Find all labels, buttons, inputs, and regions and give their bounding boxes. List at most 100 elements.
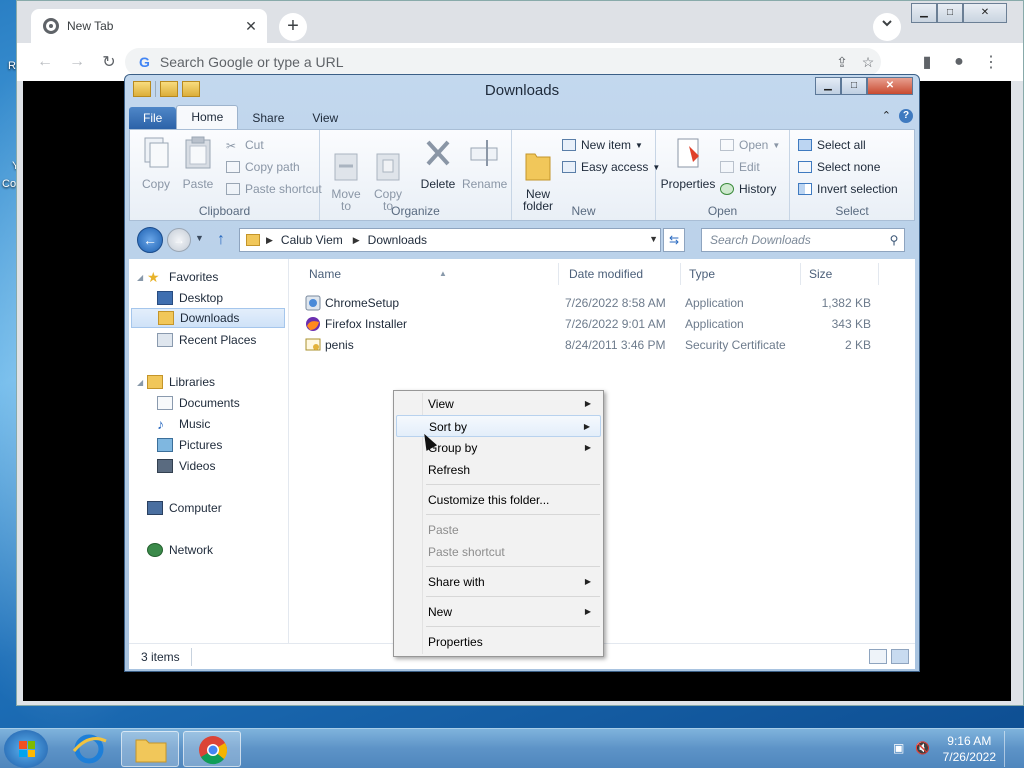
desktop-icon-label[interactable]: R: [8, 60, 16, 72]
breadcrumb-downloads[interactable]: Downloads: [368, 233, 427, 247]
paste-shortcut-button[interactable]: Paste shortcut: [226, 182, 322, 196]
back-button[interactable]: ←: [137, 227, 163, 253]
invert-selection-button[interactable]: Invert selection: [798, 182, 898, 196]
sidebar-item-documents[interactable]: Documents: [157, 393, 240, 413]
sidebar-item-favorites[interactable]: ◢ ★ Favorites: [137, 267, 218, 287]
column-header-type[interactable]: Type: [683, 263, 801, 285]
table-row[interactable]: penis 8/24/2011 3:46 PM Security Certifi…: [303, 335, 923, 355]
system-tray: ▣ 🔇 9:16 AM 7/26/2022: [891, 731, 1016, 767]
menu-item-share-with[interactable]: Share with ▶: [396, 571, 601, 593]
back-arrow-icon[interactable]: ←: [29, 53, 61, 71]
sidebar-item-videos[interactable]: Videos: [157, 456, 215, 476]
open-button[interactable]: Open ▼: [720, 138, 780, 152]
help-icon[interactable]: ?: [899, 109, 913, 123]
side-panel-icon[interactable]: ▮: [911, 52, 943, 72]
close-tab-icon[interactable]: ✕: [243, 18, 259, 35]
column-header-date-modified[interactable]: Date modified: [563, 263, 681, 285]
properties-button[interactable]: Properties: [660, 136, 716, 191]
forward-button[interactable]: →: [167, 228, 191, 252]
chrome-minimize-button[interactable]: ▁: [911, 3, 937, 23]
explorer-close-button[interactable]: ✕: [867, 77, 913, 95]
new-item-button[interactable]: New item ▼: [562, 138, 643, 152]
copy-button[interactable]: Copy: [138, 136, 174, 191]
breadcrumb-arrow-icon[interactable]: ▶: [353, 235, 360, 246]
column-header-size[interactable]: Size: [803, 263, 879, 285]
reload-icon[interactable]: ↻: [93, 52, 125, 72]
menu-item-view[interactable]: View ▶: [396, 393, 601, 415]
select-all-icon: [798, 139, 812, 151]
omnibox-placeholder[interactable]: Search Google or type a URL: [160, 54, 829, 70]
taskbar-internet-explorer[interactable]: [60, 731, 118, 767]
dropdown-arrow-icon: ▼: [635, 140, 643, 150]
tab-search-button[interactable]: [873, 13, 901, 41]
menu-item-customize-folder[interactable]: Customize this folder...: [396, 489, 601, 511]
new-tab-button[interactable]: +: [279, 13, 307, 41]
chrome-maximize-button[interactable]: □: [937, 3, 963, 23]
sidebar-item-libraries[interactable]: ◢ Libraries: [137, 372, 215, 392]
sidebar-item-desktop[interactable]: Desktop: [157, 288, 223, 308]
history-button[interactable]: History: [720, 182, 776, 196]
details-view-icon[interactable]: [869, 649, 887, 664]
address-dropdown-icon[interactable]: ▼: [649, 234, 658, 244]
chrome-tab-new-tab[interactable]: New Tab ✕: [31, 9, 267, 43]
table-row[interactable]: ChromeSetup 7/26/2022 8:58 AM Applicatio…: [303, 293, 923, 313]
tab-view[interactable]: View: [298, 107, 352, 129]
large-icons-view-icon[interactable]: [891, 649, 909, 664]
rename-button[interactable]: Rename: [462, 136, 507, 191]
table-row[interactable]: Firefox Installer 7/26/2022 9:01 AM Appl…: [303, 314, 923, 334]
easy-access-button[interactable]: Easy access ▼: [562, 160, 660, 174]
sidebar-item-downloads[interactable]: Downloads: [131, 308, 285, 328]
select-all-button[interactable]: Select all: [798, 138, 866, 152]
explorer-maximize-button[interactable]: □: [841, 77, 867, 95]
up-arrow-icon[interactable]: ↑: [217, 231, 225, 249]
refresh-icon[interactable]: ⇆: [663, 228, 685, 252]
tab-home[interactable]: Home: [176, 105, 239, 129]
explorer-minimize-button[interactable]: ▁: [815, 77, 841, 95]
omnibox[interactable]: G Search Google or type a URL ⇪ ☆: [125, 48, 881, 76]
sidebar-item-network[interactable]: Network: [147, 540, 213, 560]
paste-button[interactable]: Paste: [180, 136, 216, 191]
menu-item-properties[interactable]: Properties: [396, 631, 601, 653]
sidebar-item-computer[interactable]: Computer: [147, 498, 222, 518]
network-tray-icon[interactable]: ▣: [891, 741, 907, 757]
search-icon[interactable]: ⚲: [884, 233, 904, 247]
explorer-titlebar[interactable]: Downloads ▁ □ ✕: [125, 75, 919, 105]
taskbar-windows-explorer[interactable]: [121, 731, 179, 767]
bookmark-star-icon[interactable]: ☆: [855, 54, 881, 71]
share-icon[interactable]: ⇪: [829, 54, 855, 71]
profile-avatar-icon[interactable]: ●: [943, 53, 975, 71]
address-bar[interactable]: ▶ Calub Viem ▶ Downloads ▼: [239, 228, 661, 252]
sidebar-item-recent-places[interactable]: Recent Places: [157, 330, 256, 350]
clock[interactable]: 9:16 AM 7/26/2022: [943, 733, 996, 765]
menu-item-paste[interactable]: Paste: [396, 519, 601, 541]
sidebar-item-music[interactable]: ♪ Music: [157, 414, 210, 434]
start-button[interactable]: [4, 730, 48, 768]
cut-button[interactable]: ✂ Cut: [226, 138, 264, 153]
column-header-name[interactable]: Name ▲: [303, 263, 559, 285]
delete-button[interactable]: Delete: [418, 136, 458, 191]
menu-kebab-icon[interactable]: ⋮: [975, 52, 1007, 72]
select-none-button[interactable]: Select none: [798, 160, 880, 174]
menu-item-new[interactable]: New ▶: [396, 601, 601, 623]
breadcrumb-calub-viem[interactable]: Calub Viem: [281, 233, 343, 247]
menu-item-paste-shortcut[interactable]: Paste shortcut: [396, 541, 601, 563]
ribbon-minimize-icon[interactable]: ⌃: [882, 109, 891, 123]
volume-muted-icon[interactable]: 🔇: [915, 741, 931, 757]
edit-button[interactable]: Edit: [720, 160, 760, 174]
search-input[interactable]: Search Downloads ⚲: [701, 228, 905, 252]
expand-triangle-icon[interactable]: ◢: [137, 378, 147, 387]
recent-locations-dropdown-icon[interactable]: ▼: [195, 233, 204, 243]
tab-file[interactable]: File: [129, 107, 177, 129]
breadcrumb-arrow-icon[interactable]: ▶: [266, 235, 273, 246]
taskbar-chrome[interactable]: [183, 731, 241, 767]
show-desktop-button[interactable]: [1004, 731, 1016, 767]
sidebar-item-pictures[interactable]: Pictures: [157, 435, 222, 455]
expand-triangle-icon[interactable]: ◢: [137, 273, 147, 282]
menu-item-refresh[interactable]: Refresh: [396, 459, 601, 481]
desktop-icon-label[interactable]: Co: [2, 178, 16, 190]
search-placeholder[interactable]: Search Downloads: [710, 233, 884, 247]
tab-share[interactable]: Share: [238, 107, 298, 129]
chrome-close-button[interactable]: ✕: [963, 3, 1007, 23]
copy-path-button[interactable]: Copy path: [226, 160, 300, 174]
forward-arrow-icon[interactable]: →: [61, 53, 93, 71]
